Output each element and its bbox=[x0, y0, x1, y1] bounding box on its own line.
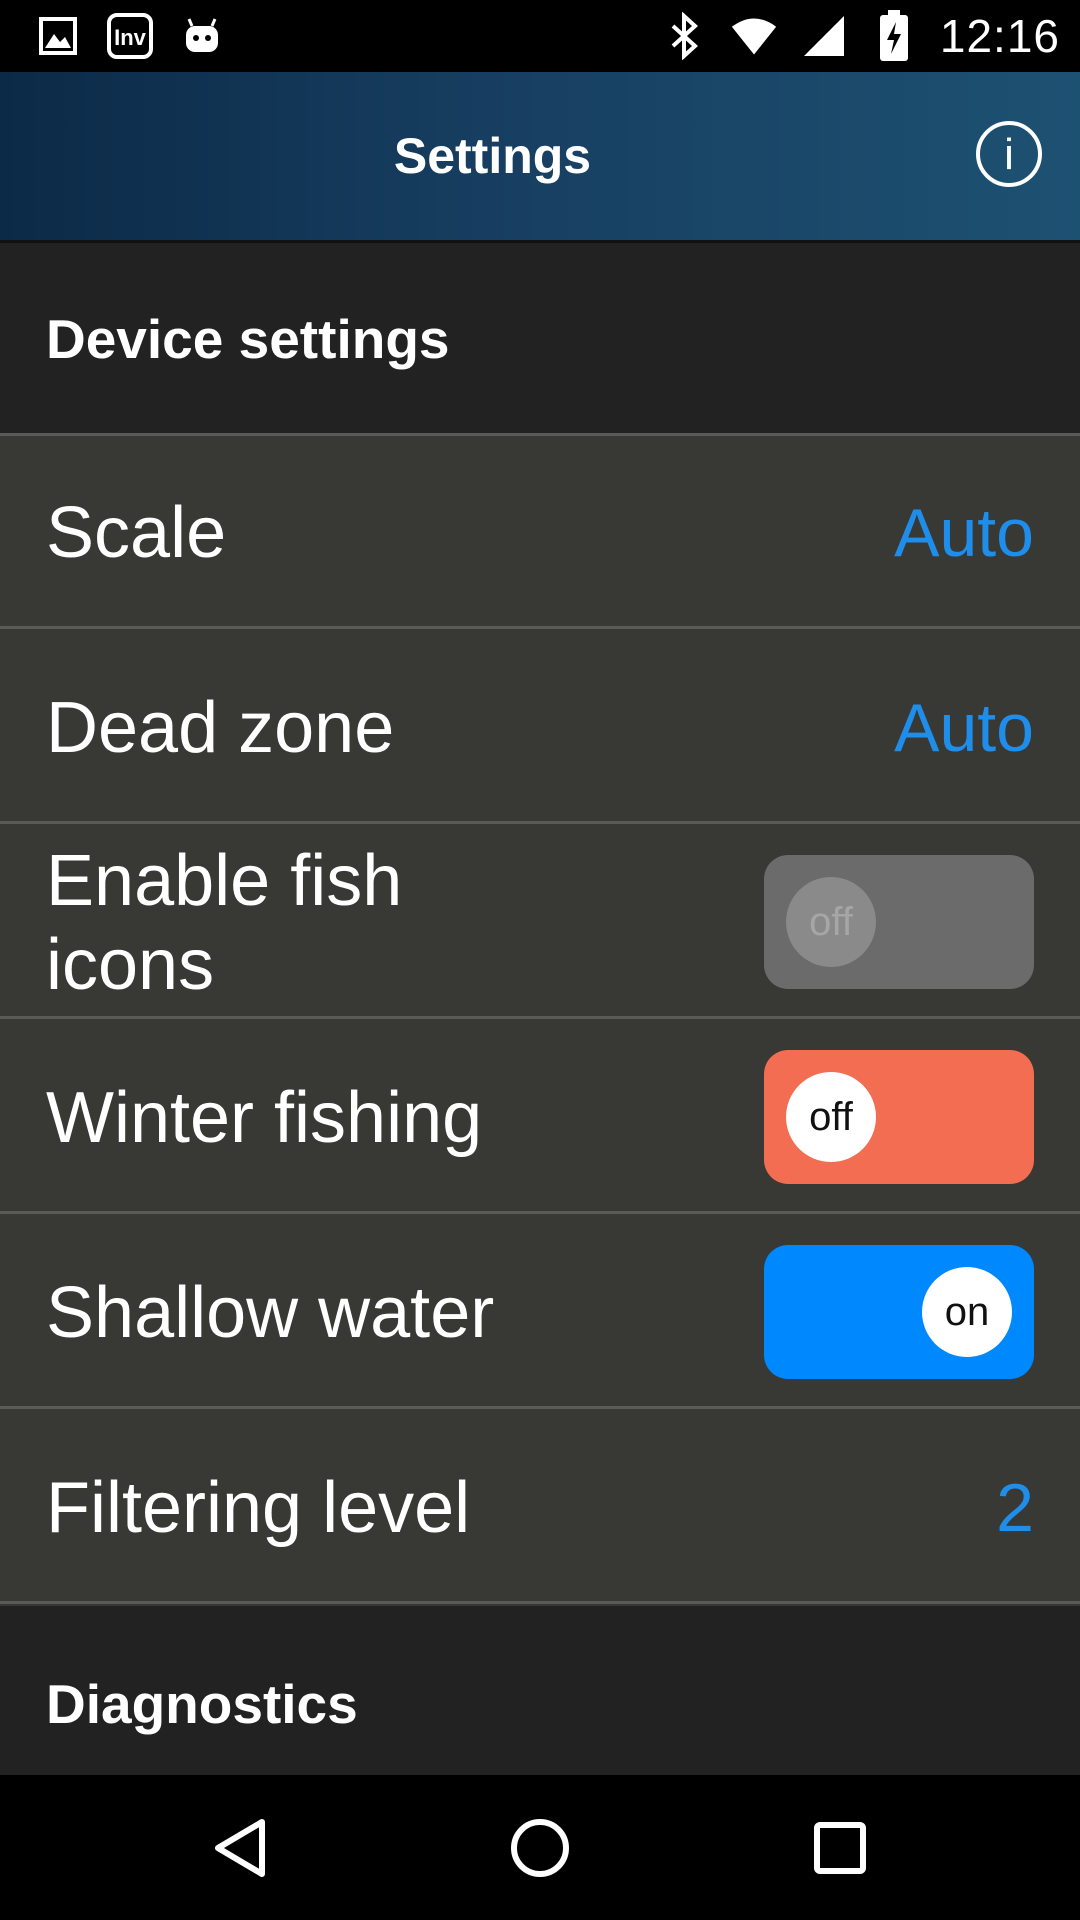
section-header-device-settings: Device settings bbox=[0, 243, 1080, 436]
setting-row-scale[interactable]: Scale Auto bbox=[0, 436, 1080, 629]
recents-icon bbox=[814, 1821, 866, 1874]
shallow-water-toggle[interactable]: on bbox=[764, 1245, 1034, 1379]
app-bar: Settings i bbox=[0, 72, 1080, 243]
setting-label: Dead zone bbox=[46, 687, 395, 768]
battery-charging-icon bbox=[870, 10, 918, 61]
clock: 12:16 bbox=[939, 10, 1060, 62]
setting-row-shallow-water: Shallow water on bbox=[0, 1216, 1080, 1409]
setting-label: Winter fishing bbox=[46, 1077, 483, 1158]
setting-row-fish-icons: Enable fish icons off bbox=[0, 826, 1080, 1019]
info-glyph: i bbox=[1004, 131, 1014, 177]
section-header-diagnostics: Diagnostics bbox=[0, 1606, 1080, 1775]
wifi-icon bbox=[730, 12, 778, 60]
recents-button[interactable] bbox=[780, 1775, 900, 1920]
setting-value[interactable]: Auto bbox=[894, 631, 1034, 824]
inv-app-icon: Inv bbox=[106, 12, 154, 60]
back-icon bbox=[215, 1818, 265, 1877]
toggle-knob: off bbox=[786, 877, 876, 967]
section-title: Device settings bbox=[46, 308, 450, 370]
setting-row-filtering-level[interactable]: Filtering level 2 bbox=[0, 1411, 1080, 1604]
android-icon bbox=[178, 12, 226, 60]
status-bar: Inv 12:16 bbox=[0, 0, 1080, 72]
home-button[interactable] bbox=[480, 1775, 600, 1920]
cell-signal-icon bbox=[800, 12, 848, 60]
setting-value[interactable]: Auto bbox=[894, 436, 1034, 629]
page-title: Settings bbox=[393, 128, 592, 184]
setting-label: Scale bbox=[46, 492, 227, 573]
setting-label: Enable fish icons bbox=[46, 840, 403, 1005]
setting-label: Shallow water bbox=[46, 1272, 495, 1353]
info-button[interactable]: i bbox=[976, 121, 1042, 187]
toggle-knob: on bbox=[922, 1267, 1012, 1357]
fish-icons-toggle[interactable]: off bbox=[764, 855, 1034, 989]
system-status-icons: 12:16 bbox=[660, 0, 1060, 72]
back-button[interactable] bbox=[180, 1775, 300, 1920]
setting-label: Filtering level bbox=[46, 1467, 471, 1548]
section-title: Diagnostics bbox=[46, 1673, 358, 1735]
image-icon bbox=[34, 12, 82, 60]
inv-label: Inv bbox=[114, 25, 147, 50]
toggle-knob: off bbox=[786, 1072, 876, 1162]
setting-value[interactable]: 2 bbox=[996, 1411, 1034, 1604]
setting-row-dead-zone[interactable]: Dead zone Auto bbox=[0, 631, 1080, 824]
notification-icons: Inv bbox=[34, 12, 226, 60]
bluetooth-icon bbox=[660, 12, 708, 60]
navigation-bar bbox=[0, 1775, 1080, 1920]
setting-row-winter-fishing: Winter fishing off bbox=[0, 1021, 1080, 1214]
info-icon: i bbox=[1004, 131, 1014, 177]
winter-fishing-toggle[interactable]: off bbox=[764, 1050, 1034, 1184]
home-icon bbox=[511, 1818, 569, 1877]
